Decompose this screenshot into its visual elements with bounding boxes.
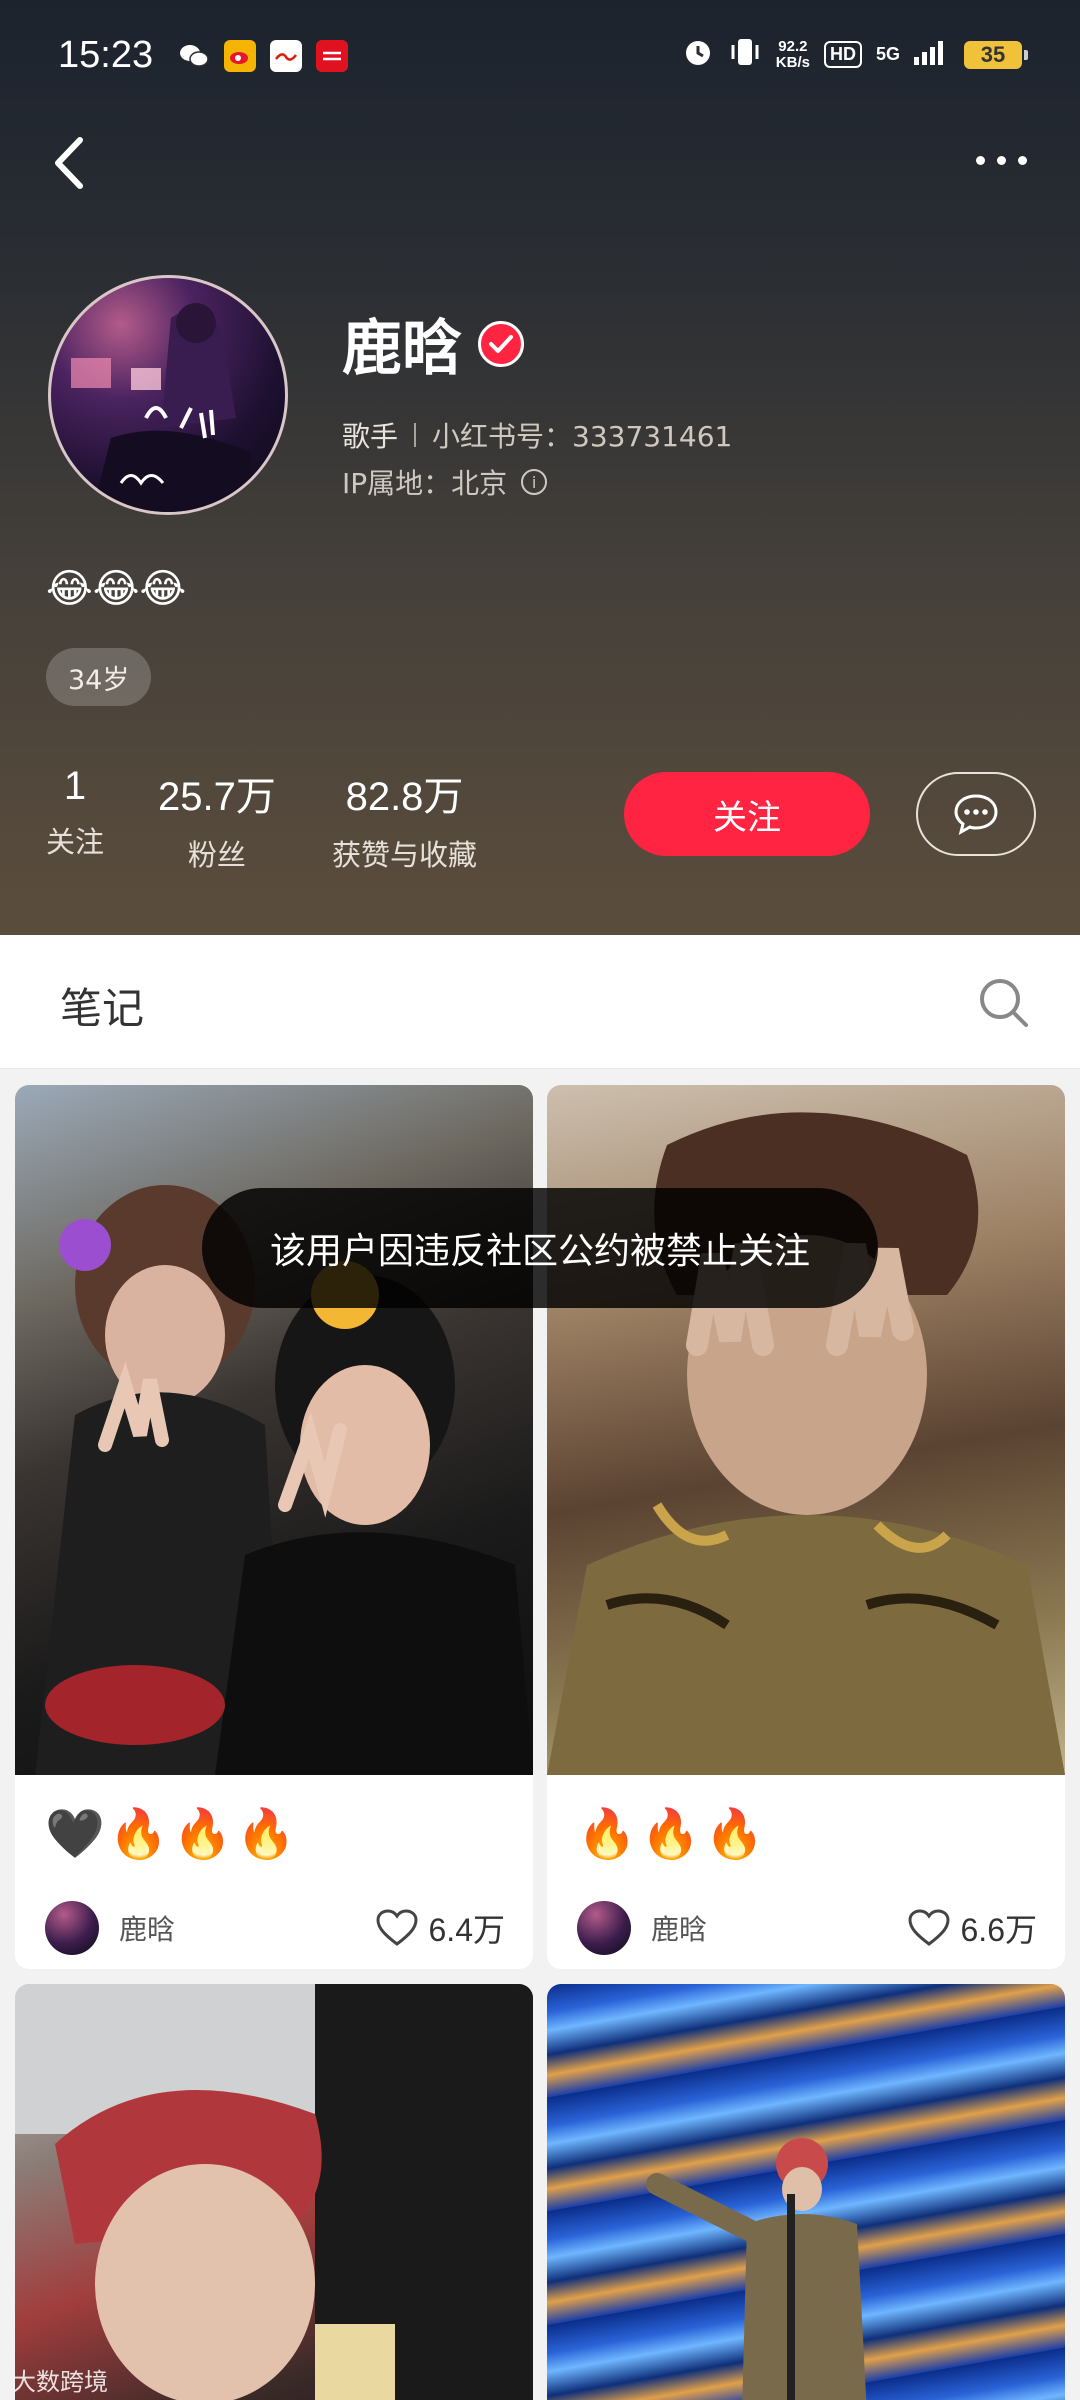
note-title: 🖤🔥🔥🔥 bbox=[45, 1806, 301, 1862]
stat-value: 25.7万 bbox=[158, 775, 276, 819]
more-options-button[interactable] bbox=[966, 140, 1036, 180]
more-dot-icon bbox=[996, 155, 1006, 165]
author-avatar[interactable] bbox=[45, 1901, 99, 1955]
back-button[interactable] bbox=[44, 128, 104, 198]
age-tag: 34岁 bbox=[46, 648, 152, 706]
chat-bubble-icon bbox=[954, 794, 998, 835]
vibrate-icon bbox=[728, 36, 762, 73]
profile-header: 15:23 92.2 KB/s HD 5G 35 鹿晗 歌手 小红书号：3337… bbox=[0, 0, 1080, 935]
info-icon[interactable]: i bbox=[521, 469, 548, 495]
search-button[interactable] bbox=[974, 973, 1034, 1033]
heart-icon bbox=[907, 1909, 950, 1946]
occupation: 歌手 bbox=[342, 420, 399, 453]
toast-message: 该用户因违反社区公约被禁止关注 bbox=[202, 1188, 878, 1308]
alarm-icon bbox=[682, 36, 714, 73]
author-avatar[interactable] bbox=[577, 1901, 631, 1955]
nickname-row: 鹿晗 bbox=[342, 300, 524, 387]
redbook-id[interactable]: 小红书号：333731461 bbox=[432, 415, 732, 455]
note-card[interactable] bbox=[15, 1984, 533, 2400]
more-dot-icon bbox=[1017, 155, 1027, 165]
more-dot-icon bbox=[975, 155, 985, 165]
net-speed-unit: KB/s bbox=[775, 53, 810, 71]
weibo-icon bbox=[224, 40, 256, 72]
note-cover-image bbox=[15, 1984, 533, 2400]
avatar-image bbox=[71, 303, 251, 512]
like-count: 6.4万 bbox=[428, 1912, 506, 1948]
stat-label: 获赞与收藏 bbox=[332, 838, 478, 872]
stat-value: 82.8万 bbox=[345, 775, 464, 819]
watermark: 大数跨境 bbox=[12, 2368, 108, 2396]
note-footer: 鹿晗 6.6万 bbox=[577, 1900, 1037, 1956]
verified-badge-icon bbox=[478, 320, 524, 367]
avatar[interactable] bbox=[48, 275, 288, 515]
signal-icon bbox=[914, 39, 950, 70]
status-time: 15:23 bbox=[58, 34, 154, 76]
ip-location-row: IP属地：北京 i bbox=[342, 462, 548, 502]
note-card[interactable] bbox=[547, 1984, 1065, 2400]
search-icon bbox=[980, 979, 1028, 1027]
status-bar: 15:23 92.2 KB/s HD 5G 35 bbox=[0, 0, 1080, 115]
follow-button[interactable]: 关注 bbox=[624, 772, 870, 856]
note-footer: 鹿晗 6.4万 bbox=[45, 1900, 505, 1956]
back-arrow-icon bbox=[55, 137, 83, 189]
net-speed-value: 92.2 bbox=[778, 37, 808, 55]
net-speed: 92.2 KB/s bbox=[775, 37, 810, 71]
note-title: 🔥🔥🔥 bbox=[577, 1806, 769, 1862]
meta-divider bbox=[414, 423, 417, 447]
nickname: 鹿晗 bbox=[342, 314, 462, 384]
stat-likes-collects[interactable]: 82.8万 获赞与收藏 bbox=[332, 764, 477, 874]
stat-label: 关注 bbox=[46, 825, 105, 859]
heart-icon bbox=[375, 1909, 418, 1946]
network-type: 5G bbox=[875, 44, 900, 64]
stat-label: 粉丝 bbox=[187, 838, 246, 872]
like-button[interactable]: 6.6万 bbox=[907, 1905, 1038, 1951]
profile-meta: 歌手 小红书号：333731461 bbox=[342, 415, 732, 455]
tab-notes[interactable]: 笔记 bbox=[60, 975, 144, 1036]
like-count: 6.6万 bbox=[960, 1912, 1038, 1948]
ip-location: IP属地：北京 bbox=[342, 467, 508, 500]
status-notification-icons bbox=[178, 40, 348, 72]
note-cover-image bbox=[547, 1984, 1065, 2400]
news-app-icon-red bbox=[316, 40, 348, 72]
stat-following[interactable]: 1 关注 bbox=[46, 764, 104, 861]
tab-bar: 笔记 bbox=[0, 935, 1080, 1069]
news-app-icon bbox=[270, 40, 302, 72]
hd-badge: HD bbox=[823, 41, 862, 68]
battery-indicator: 35 bbox=[964, 40, 1028, 69]
author-name[interactable]: 鹿晗 bbox=[651, 1908, 907, 1948]
message-button[interactable] bbox=[916, 772, 1036, 856]
like-button[interactable]: 6.4万 bbox=[375, 1905, 506, 1951]
author-name[interactable]: 鹿晗 bbox=[119, 1908, 375, 1948]
stat-followers[interactable]: 25.7万 粉丝 bbox=[158, 764, 276, 874]
status-right: 92.2 KB/s HD 5G 35 bbox=[682, 36, 1028, 73]
bio: 😂😂😂 bbox=[46, 566, 187, 612]
stat-value: 1 bbox=[63, 764, 87, 808]
wechat-icon bbox=[178, 40, 210, 72]
